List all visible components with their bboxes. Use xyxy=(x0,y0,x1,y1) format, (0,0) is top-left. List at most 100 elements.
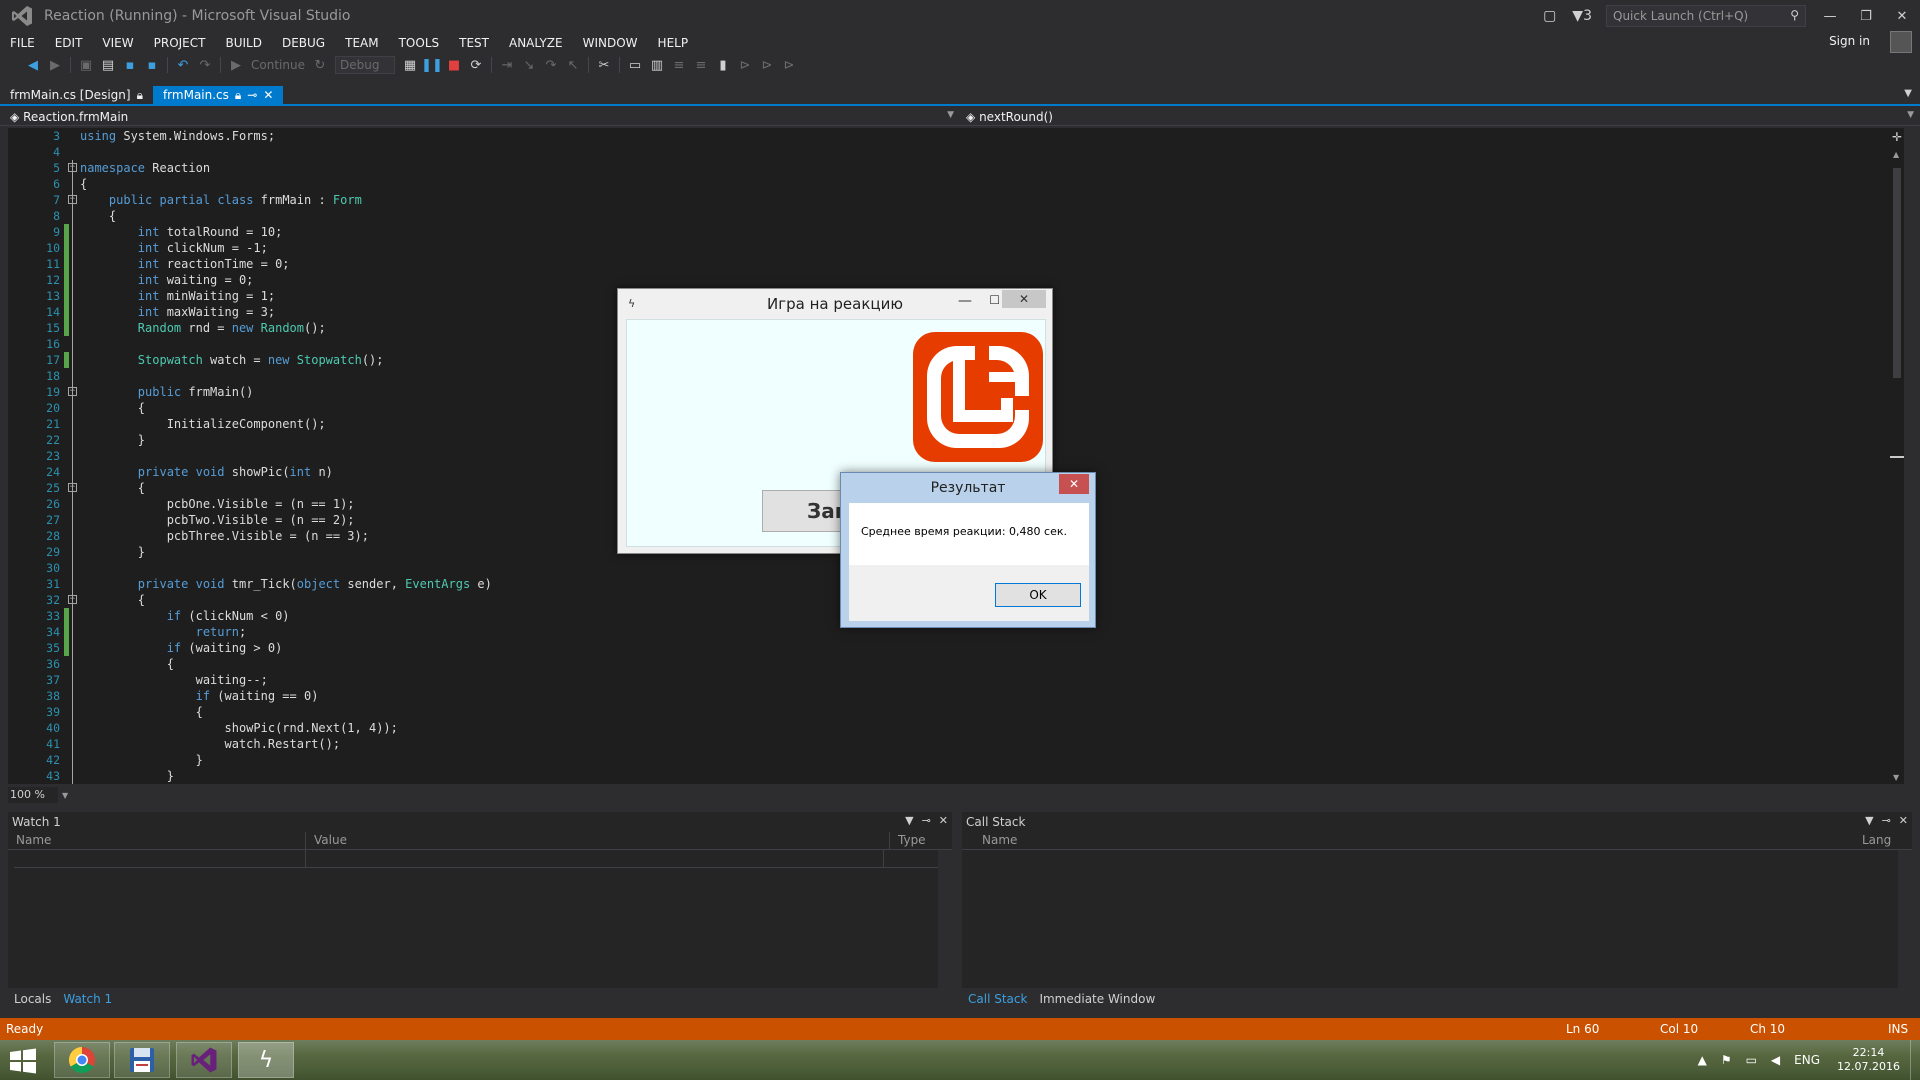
code-line[interactable]: if (waiting > 0) xyxy=(80,640,492,656)
code-line[interactable]: private void showPic(int n) xyxy=(80,464,492,480)
menu-edit[interactable]: EDIT xyxy=(45,36,93,50)
clock[interactable]: 22:14 12.07.2016 xyxy=(1827,1046,1910,1074)
taskbar-visual-studio-button[interactable] xyxy=(176,1042,232,1078)
chevron-down-icon[interactable]: ▼ xyxy=(62,791,68,800)
code-line[interactable] xyxy=(80,448,492,464)
code-line[interactable]: int waiting = 0; xyxy=(80,272,492,288)
code-line[interactable]: int clickNum = -1; xyxy=(80,240,492,256)
taskbar-save-app-button[interactable] xyxy=(114,1042,170,1078)
taskbar-reaction-app-button[interactable]: ϟ xyxy=(238,1042,294,1078)
column-header-name[interactable]: Name xyxy=(8,832,306,850)
code-line[interactable]: if (clickNum < 0) xyxy=(80,608,492,624)
scroll-down-icon[interactable]: ▼ xyxy=(1893,773,1899,782)
code-line[interactable]: public frmMain() xyxy=(80,384,492,400)
menu-debug[interactable]: DEBUG xyxy=(272,36,335,50)
scroll-up-icon[interactable]: ▲ xyxy=(1893,150,1899,159)
code-line[interactable]: int minWaiting = 1; xyxy=(80,288,492,304)
panel-menu-icon[interactable]: ▼ xyxy=(1865,814,1873,827)
save-icon[interactable]: ▪ xyxy=(119,58,141,73)
restore-button[interactable]: ❐ xyxy=(1848,9,1884,24)
tab-watch-1[interactable]: Watch 1 xyxy=(57,990,119,1010)
continue-button[interactable]: Continue xyxy=(247,58,309,72)
continue-icon[interactable]: ▶ xyxy=(225,58,247,73)
code-line[interactable]: { xyxy=(80,208,492,224)
member-dropdown[interactable]: ◈ nextRound() ▼ xyxy=(960,108,1920,125)
code-line[interactable]: waiting--; xyxy=(80,672,492,688)
column-header-value[interactable]: Value xyxy=(306,832,890,850)
sign-in-link[interactable]: Sign in xyxy=(1829,34,1870,48)
code-line[interactable]: } xyxy=(80,752,492,768)
zoom-level-select[interactable]: 100 % xyxy=(8,787,58,803)
scrollbar-thumb[interactable] xyxy=(1893,168,1901,378)
code-line[interactable]: } xyxy=(80,768,492,784)
code-line[interactable]: } xyxy=(80,544,492,560)
code-line[interactable]: int reactionTime = 0; xyxy=(80,256,492,272)
windows-start-icon[interactable] xyxy=(8,1048,38,1074)
minimize-button[interactable]: — xyxy=(958,293,972,309)
next-bookmark-icon[interactable]: ⊳ xyxy=(756,58,778,73)
prev-bookmark-icon[interactable]: ⊳ xyxy=(734,58,756,73)
stop-debugging-icon[interactable]: ■ xyxy=(443,58,465,73)
step-out-icon[interactable]: ↖ xyxy=(562,58,584,73)
column-header-name[interactable]: Name xyxy=(962,832,1854,850)
clear-bookmarks-icon[interactable]: ⊳ xyxy=(778,58,800,73)
code-line[interactable]: Stopwatch watch = new Stopwatch(); xyxy=(80,352,492,368)
volume-icon[interactable]: ◀ xyxy=(1764,1053,1787,1067)
redo-icon[interactable]: ↷ xyxy=(194,58,216,73)
menu-build[interactable]: BUILD xyxy=(215,36,271,50)
close-button[interactable]: ✕ xyxy=(1059,474,1089,494)
close-icon[interactable]: ✕ xyxy=(939,814,948,827)
collapse-icon[interactable]: − xyxy=(68,483,77,492)
network-icon[interactable]: ▭ xyxy=(1739,1053,1764,1067)
code-line[interactable]: public partial class frmMain : Form xyxy=(80,192,492,208)
show-desktop-button[interactable] xyxy=(1910,1040,1920,1080)
collapse-icon[interactable]: − xyxy=(68,387,77,396)
tab-overflow-icon[interactable]: ▼ xyxy=(1904,88,1912,99)
input-language[interactable]: ENG xyxy=(1787,1053,1827,1067)
new-project-icon[interactable]: ▣ xyxy=(75,58,97,73)
menu-file[interactable]: FILE xyxy=(0,36,45,50)
collapse-icon[interactable]: − xyxy=(68,195,77,204)
code-line[interactable]: } xyxy=(80,432,492,448)
save-all-icon[interactable]: ▪ xyxy=(141,58,163,73)
code-line[interactable] xyxy=(80,144,492,160)
taskbar-chrome-button[interactable] xyxy=(54,1042,110,1078)
code-line[interactable] xyxy=(80,336,492,352)
collapse-icon[interactable]: − xyxy=(68,595,77,604)
pin-icon[interactable]: ⊸ xyxy=(247,88,257,102)
column-header-lang[interactable]: Lang xyxy=(1854,832,1898,850)
code-line[interactable] xyxy=(80,368,492,384)
split-window-icon[interactable]: ✛ xyxy=(1892,130,1902,144)
code-line[interactable]: Random rnd = new Random(); xyxy=(80,320,492,336)
code-line[interactable]: { xyxy=(80,400,492,416)
navigate-back-icon[interactable]: ◀ xyxy=(22,58,44,73)
code-line[interactable]: using System.Windows.Forms; xyxy=(80,128,492,144)
hex-display-icon[interactable]: ▭ xyxy=(624,58,646,73)
step-into-icon[interactable]: ↘ xyxy=(518,58,540,73)
close-icon[interactable]: ✕ xyxy=(1899,814,1908,827)
menu-analyze[interactable]: ANALYZE xyxy=(499,36,573,50)
refresh-icon[interactable]: ↻ xyxy=(309,58,331,73)
ok-button[interactable]: OK xyxy=(995,583,1081,607)
open-file-icon[interactable]: ▤ xyxy=(97,58,119,73)
picture-box-image[interactable] xyxy=(913,332,1043,462)
close-button[interactable]: ✕ xyxy=(1884,9,1920,24)
configuration-select[interactable]: Debug xyxy=(334,56,395,74)
show-next-statement-icon[interactable]: ⇥ xyxy=(496,58,518,73)
menu-window[interactable]: WINDOW xyxy=(573,36,648,50)
navigate-forward-icon[interactable]: ▶ xyxy=(44,58,66,73)
menu-project[interactable]: PROJECT xyxy=(144,36,216,50)
close-tab-icon[interactable]: ✕ xyxy=(263,88,273,102)
watch-value-cell[interactable] xyxy=(306,850,884,868)
minimize-button[interactable]: — xyxy=(1812,9,1848,24)
code-line[interactable]: if (waiting == 0) xyxy=(80,688,492,704)
action-center-flag-icon[interactable]: ⚑ xyxy=(1714,1053,1739,1067)
user-account-icon[interactable] xyxy=(1890,31,1912,53)
callstack-scrollbar[interactable] xyxy=(1898,850,1912,988)
column-header-type[interactable]: Type xyxy=(890,832,938,850)
step-over-icon[interactable]: ↷ xyxy=(540,58,562,73)
code-line[interactable]: { xyxy=(80,480,492,496)
code-line[interactable] xyxy=(80,560,492,576)
type-dropdown[interactable]: ◈ Reaction.frmMain ▼ xyxy=(0,108,960,125)
comment-icon[interactable]: ≡ xyxy=(668,58,690,73)
